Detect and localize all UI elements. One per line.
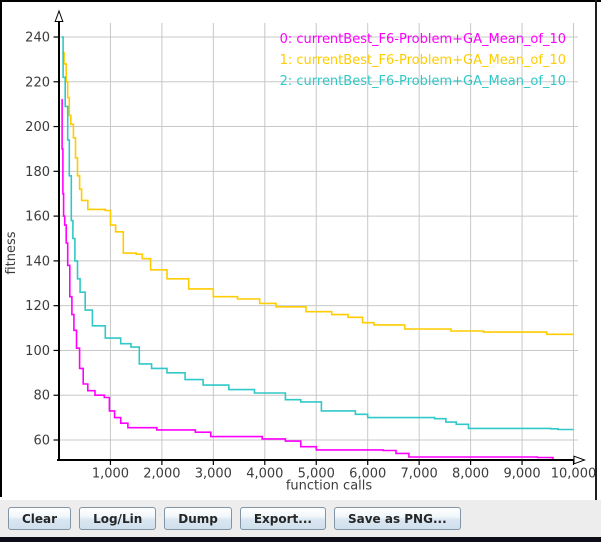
x-tick-label: 4,000 (246, 467, 283, 482)
y-tick-label: 120 (25, 299, 50, 314)
y-tick-label: 160 (25, 210, 50, 225)
legend-entry-0: 0: currentBest_F6-Problem+GA_Mean_of_10 (280, 32, 566, 47)
x-tick-label: 7,000 (401, 467, 438, 482)
window-border-left (0, 0, 2, 497)
window-border-top (0, 0, 601, 2)
x-axis-arrow-icon (574, 456, 585, 464)
window-border-right (595, 0, 597, 537)
y-tick-label: 220 (25, 75, 50, 90)
legend-entry-1: 1: currentBest_F6-Problem+GA_Mean_of_10 (280, 53, 566, 68)
toolbar: Clear Log/Lin Dump Export... Save as PNG… (0, 500, 601, 537)
x-tick-label: 8,000 (452, 467, 489, 482)
y-axis-title: fitness (4, 231, 19, 274)
chart-panel: 60 80 100 120 140 160 180 200 220 240 1,000 2,000 3,… (0, 0, 601, 497)
x-tick-label: 1,000 (92, 467, 129, 482)
y-tick-label: 200 (25, 120, 50, 135)
window-border-bottom (0, 537, 601, 542)
clear-button[interactable]: Clear (8, 507, 71, 530)
x-tick-label: 9,000 (503, 467, 540, 482)
save-as-png-button[interactable]: Save as PNG... (334, 507, 461, 530)
x-tick-label: 10,000 (551, 467, 597, 482)
x-tick-label: 3,000 (195, 467, 232, 482)
legend-entry-2: 2: currentBest_F6-Problem+GA_Mean_of_10 (280, 74, 566, 89)
y-tick-label: 240 (25, 31, 50, 46)
series-line-2 (62, 37, 574, 430)
export-button[interactable]: Export... (240, 507, 326, 530)
y-tick-label: 80 (33, 389, 50, 404)
y-tick-label: 60 (33, 434, 50, 449)
series-line-0 (62, 100, 553, 460)
y-tick-label: 100 (25, 344, 50, 359)
log-lin-button[interactable]: Log/Lin (79, 507, 156, 530)
x-tick-label: 2,000 (143, 467, 180, 482)
plot-window: 60 80 100 120 140 160 180 200 220 240 1,000 2,000 3,… (0, 0, 601, 542)
y-tick-label: 180 (25, 165, 50, 180)
x-axis-title: function calls (286, 479, 373, 494)
fitness-chart: 60 80 100 120 140 160 180 200 220 240 1,000 2,000 3,… (0, 0, 601, 497)
dump-button[interactable]: Dump (164, 507, 232, 530)
y-axis-arrow-icon (55, 11, 63, 22)
y-tick-label: 140 (25, 254, 50, 269)
series-line-1 (62, 53, 573, 335)
